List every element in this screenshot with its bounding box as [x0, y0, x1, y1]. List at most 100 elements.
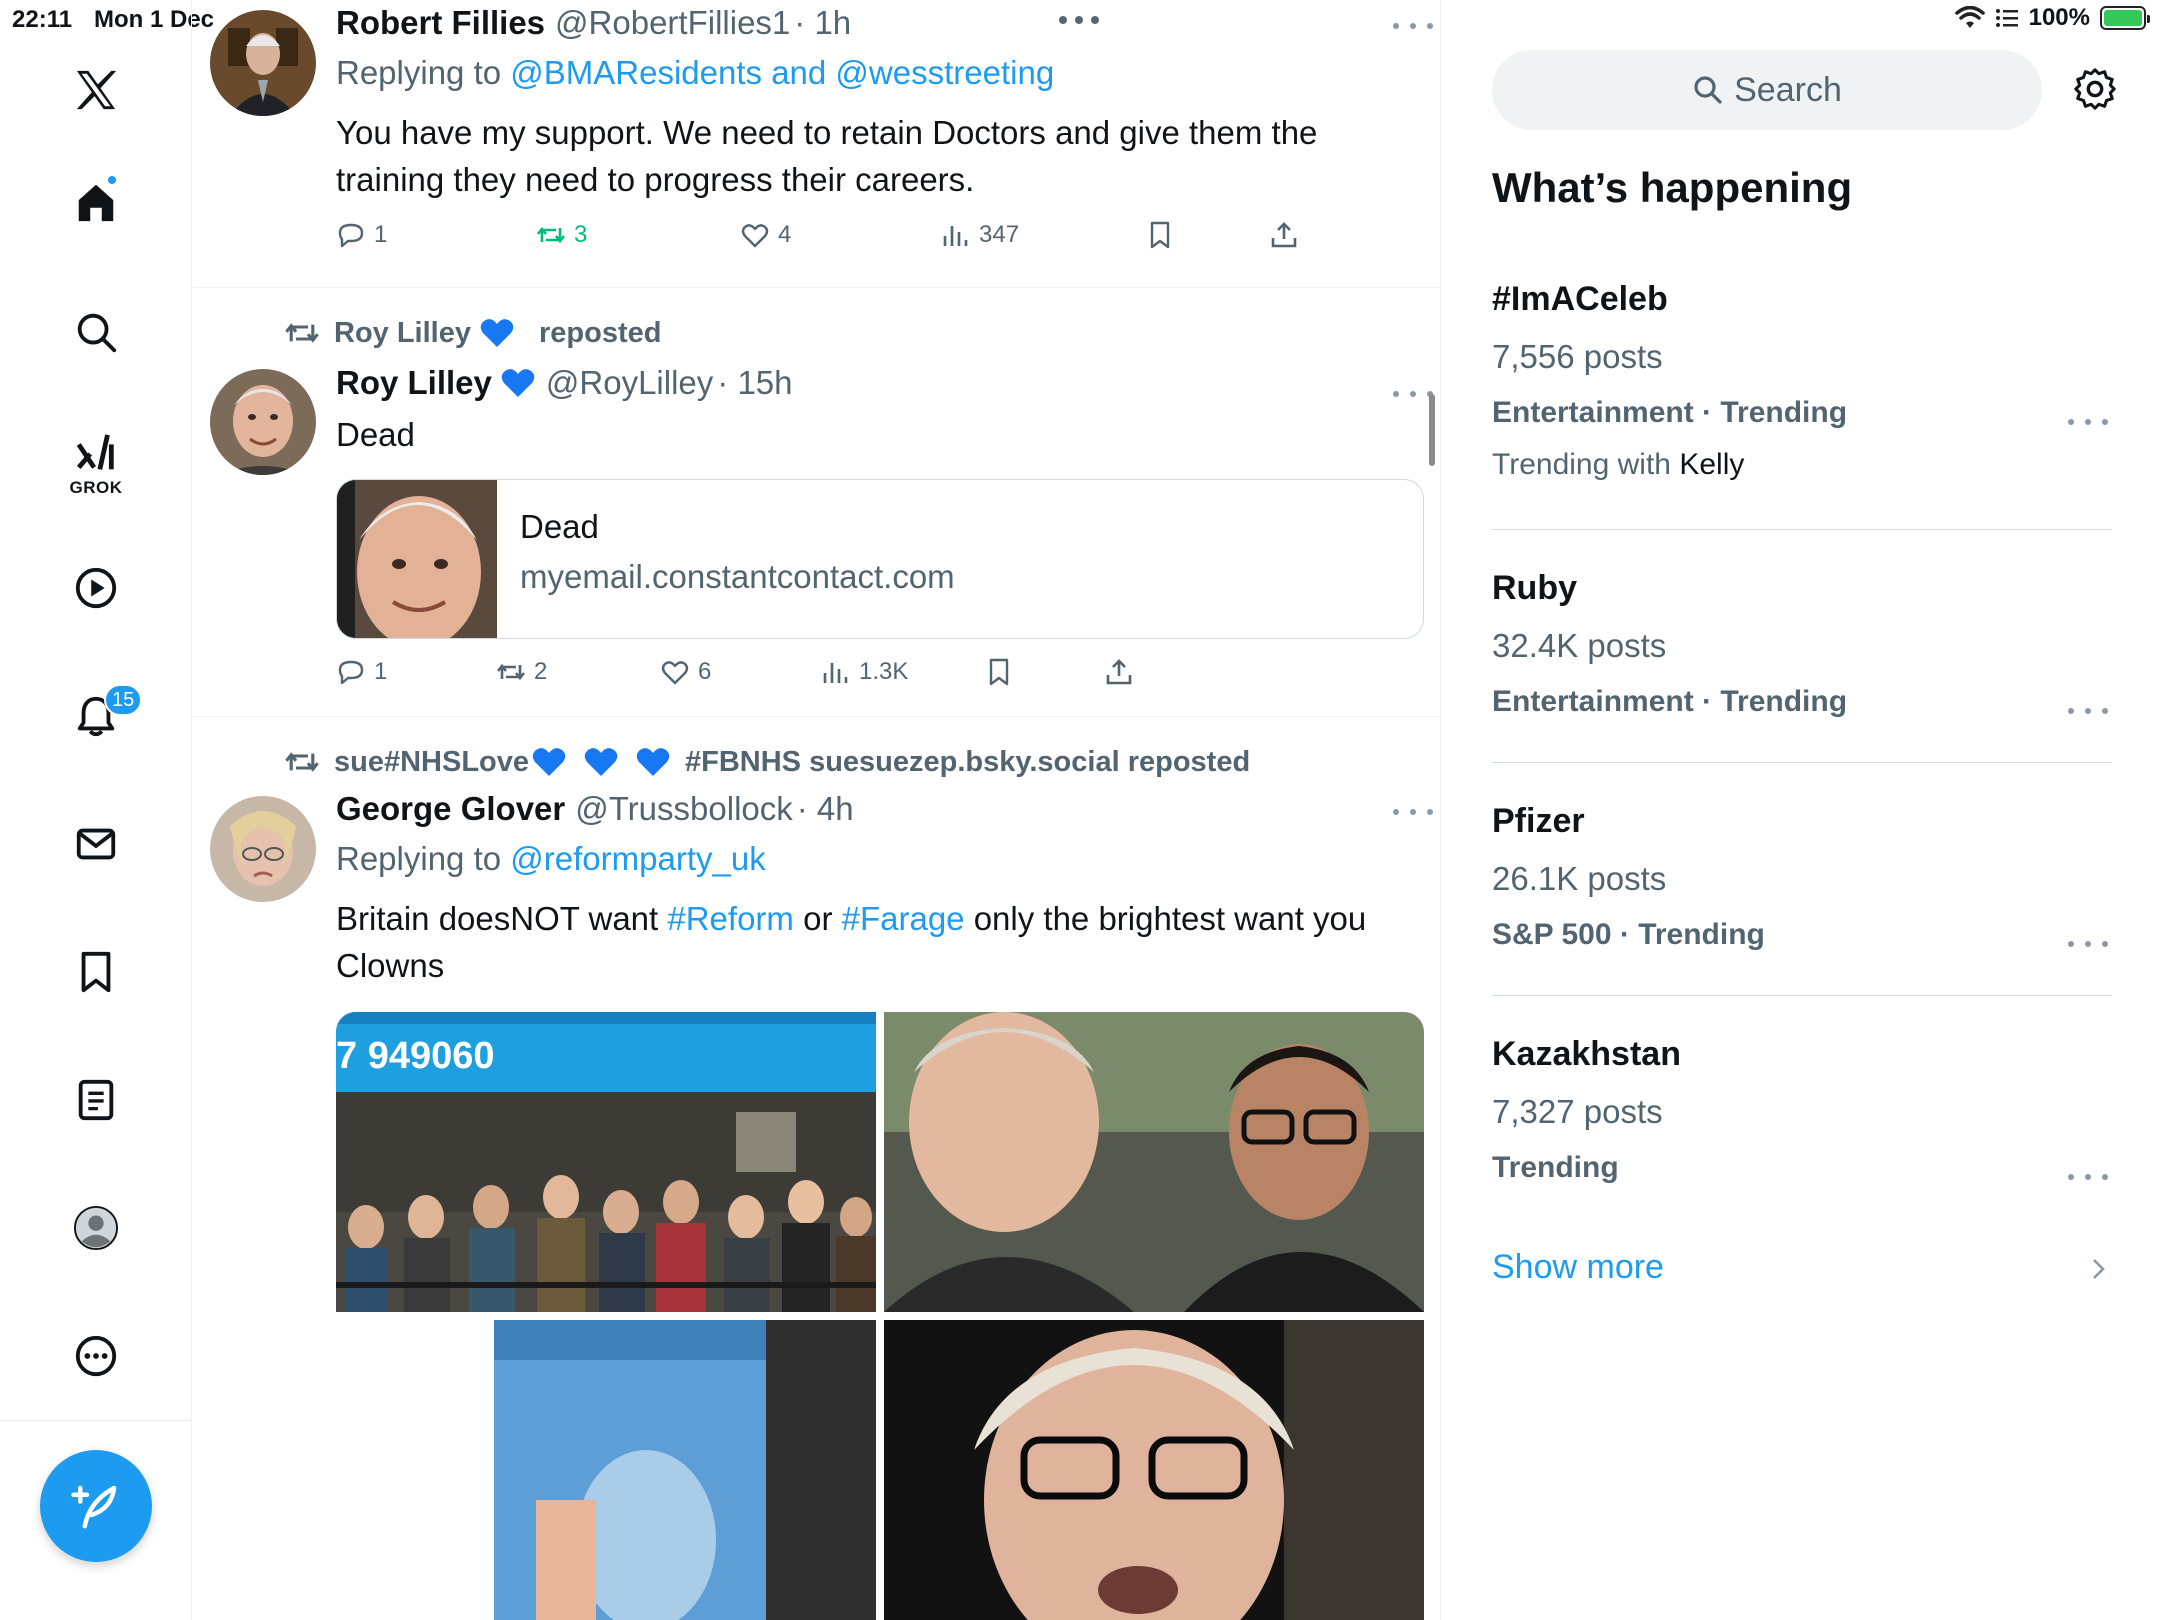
reposted-by-line: Roy Lilley reposted: [284, 315, 661, 351]
bookmark-button[interactable]: [1145, 220, 1175, 250]
trend-name: Kazakhstan: [1492, 1035, 1681, 1073]
repost-button[interactable]: 3: [536, 220, 587, 250]
author-handle[interactable]: @Trussbollock: [575, 790, 793, 828]
grok-icon[interactable]: [66, 424, 126, 484]
blue-heart-icon: [480, 319, 514, 347]
trend-post-count: 32.4K posts: [1492, 627, 1667, 664]
reply-count: 1: [374, 221, 388, 248]
reposted-by-name[interactable]: sue#NHSLove: [334, 746, 529, 779]
tweet-roy-lilley[interactable]: Roy Lilley reposted Roy Lilley @RoyLille…: [193, 289, 1440, 717]
video-icon[interactable]: [66, 558, 126, 618]
trend-item[interactable]: Ruby 32.4K posts Entertainment · Trendin…: [1492, 531, 2112, 763]
section-title: What’s happening: [1492, 164, 1853, 211]
trend-post-count: 26.1K posts: [1492, 860, 1667, 897]
share-button[interactable]: [1104, 657, 1134, 687]
reply-button[interactable]: 1: [336, 220, 387, 250]
trend-more-button[interactable]: [2068, 934, 2108, 954]
timeline-feed[interactable]: Robert Fillies @RobertFillies1 · 1h Repl…: [193, 0, 1441, 1620]
trending-with-name[interactable]: Kelly: [1679, 448, 1744, 481]
trend-post-count: 7,556 posts: [1492, 338, 1663, 375]
more-options-icon[interactable]: [66, 1326, 126, 1386]
trend-item[interactable]: Pfizer 26.1K posts S&P 500 · Trending: [1492, 764, 2112, 996]
author-handle[interactable]: @RobertFillies1: [555, 4, 790, 42]
bookmark-button[interactable]: [984, 657, 1014, 687]
link-preview-card[interactable]: Dead myemail.constantcontact.com: [336, 479, 1424, 639]
bookmark-icon: [1150, 221, 1170, 249]
media-photo-4[interactable]: [884, 1320, 1424, 1620]
media-photo-2[interactable]: [884, 1012, 1424, 1312]
author-line: George Glover @Trussbollock · 4h: [336, 790, 854, 828]
author-name[interactable]: Roy Lilley: [336, 364, 492, 402]
trend-name: #ImACeleb: [1492, 280, 1668, 318]
messages-envelope-icon[interactable]: [66, 814, 126, 874]
right-sidebar: Search What’s happening #ImACeleb 7,556 …: [1442, 0, 2160, 1620]
media-photo-1[interactable]: 7 949060: [336, 1012, 876, 1312]
author-name[interactable]: Robert Fillies: [336, 4, 545, 42]
author-line: Robert Fillies @RobertFillies1 · 1h: [336, 4, 851, 42]
hashtag-reform[interactable]: #Reform: [667, 900, 794, 937]
trend-category: S&P 500 · Trending: [1492, 918, 1765, 951]
author-name[interactable]: George Glover: [336, 790, 565, 828]
blue-heart-icon: [532, 748, 566, 776]
reposted-by-suffix: #FBNHS suesuezep.bsky.social reposted: [685, 745, 1251, 778]
search-icon: [1694, 76, 1722, 104]
search-icon[interactable]: [66, 302, 126, 362]
trend-more-button[interactable]: [2068, 412, 2108, 432]
compose-feather-icon: [71, 1485, 117, 1529]
repost-button[interactable]: 2: [496, 657, 547, 687]
author-handle[interactable]: @RoyLilley: [546, 364, 713, 402]
like-button[interactable]: 4: [740, 220, 791, 250]
notification-count-badge: 15: [104, 684, 143, 716]
post-time: · 4h: [796, 790, 854, 827]
reply-button[interactable]: 1: [336, 657, 387, 687]
grok-label: GROK: [69, 478, 123, 497]
like-count: 6: [698, 658, 712, 685]
hashtag-farage[interactable]: #Farage: [842, 900, 965, 937]
trend-name: Pfizer: [1492, 802, 1585, 840]
trend-item[interactable]: Kazakhstan 7,327 posts Trending: [1492, 997, 2112, 1209]
compose-post-button[interactable]: [40, 1450, 152, 1562]
media-photo-3[interactable]: [336, 1320, 876, 1620]
tweet-text: Dead: [336, 416, 415, 453]
trend-category: Entertainment · Trending: [1492, 396, 1848, 429]
replying-to-label: Replying to: [336, 840, 502, 877]
like-count: 4: [778, 221, 792, 248]
tweet-robert-fillies[interactable]: Robert Fillies @RobertFillies1 · 1h Repl…: [193, 0, 1440, 288]
nav-divider: [0, 1420, 192, 1421]
tweet-george-glover[interactable]: sue#NHSLove #FBNHS suesuezep.bsky.social…: [193, 718, 1440, 1620]
tweet-actions: 1 3 4 347: [193, 220, 1440, 260]
avatar[interactable]: [210, 796, 316, 902]
settings-gear-icon[interactable]: [2072, 66, 2118, 112]
trend-item[interactable]: #ImACeleb 7,556 posts Entertainment · Tr…: [1492, 266, 2112, 530]
tweet-more-button[interactable]: [1393, 384, 1433, 404]
reply-icon: [338, 660, 364, 685]
like-button[interactable]: 6: [660, 657, 711, 687]
trending-with-label: Trending with: [1492, 448, 1671, 481]
show-more-link[interactable]: Show more: [1492, 1248, 1664, 1287]
link-card-domain: myemail.constantcontact.com: [520, 558, 955, 595]
avatar[interactable]: [210, 10, 316, 116]
views-button[interactable]: 347: [941, 220, 1019, 250]
heart-icon: [741, 224, 769, 248]
repost-count: 2: [534, 658, 548, 685]
drag-handle-dots[interactable]: [1059, 10, 1099, 30]
post-time: · 1h: [794, 4, 852, 41]
feed-scrollbar[interactable]: [1429, 394, 1435, 466]
trend-more-button[interactable]: [2068, 701, 2108, 721]
bookmarks-icon[interactable]: [66, 942, 126, 1002]
tweet-more-button[interactable]: [1393, 802, 1433, 822]
views-chart-icon: [823, 663, 848, 683]
views-button[interactable]: 1.3K: [821, 657, 908, 687]
tweet-more-button[interactable]: [1393, 16, 1433, 36]
avatar[interactable]: [210, 369, 316, 475]
replying-to-link[interactable]: @reformparty_uk: [510, 840, 765, 877]
reposted-by-name[interactable]: Roy Lilley: [334, 317, 471, 350]
replying-to-link[interactable]: @BMAResidents and @wesstreeting: [510, 54, 1054, 91]
search-input[interactable]: Search: [1492, 50, 2042, 130]
lists-icon[interactable]: [66, 1070, 126, 1130]
x-logo-icon[interactable]: [66, 60, 126, 120]
profile-avatar-icon[interactable]: [66, 1198, 126, 1258]
share-button[interactable]: [1269, 220, 1299, 250]
trend-category: Trending: [1492, 1151, 1619, 1184]
trend-more-button[interactable]: [2068, 1167, 2108, 1187]
